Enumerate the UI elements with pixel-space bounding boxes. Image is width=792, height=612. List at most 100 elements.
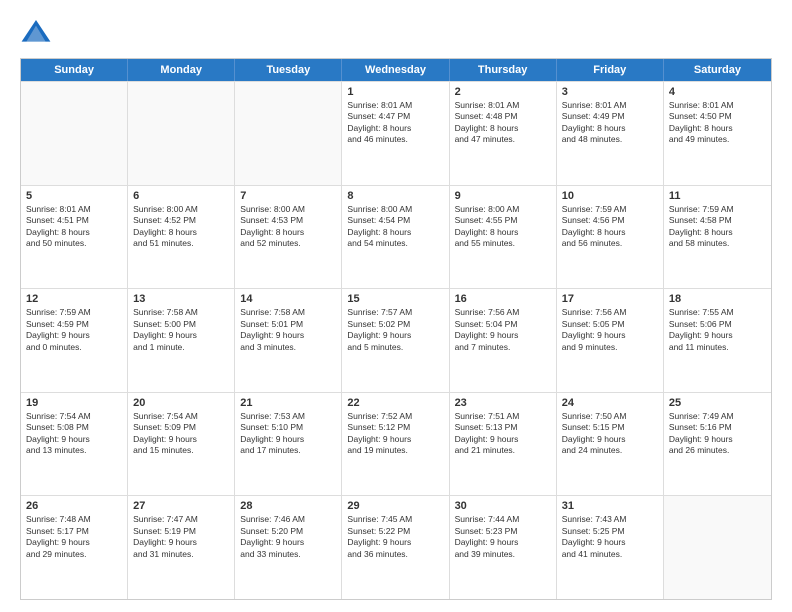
- cell-content: Sunrise: 8:00 AM Sunset: 4:53 PM Dayligh…: [240, 204, 336, 250]
- day-cell-14: 14 Sunrise: 7:58 AM Sunset: 5:01 PM Dayli…: [235, 289, 342, 392]
- day-cell-26: 26Sunrise: 7:48 AM Sunset: 5:17 PM Dayli…: [21, 496, 128, 599]
- cell-content: Sunrise: 7:56 AM Sunset: 5:05 PM Dayligh…: [562, 307, 658, 353]
- day-cell-9: 9 Sunrise: 8:00 AM Sunset: 4:55 PM Daylig…: [450, 186, 557, 289]
- day-number: 18: [669, 293, 766, 305]
- calendar: SundayMondayTuesdayWednesdayThursdayFrid…: [20, 58, 772, 600]
- day-cell-23: 23 Sunrise: 7:51 AM Sunset: 5:13 PM Dayli…: [450, 393, 557, 496]
- page: SundayMondayTuesdayWednesdayThursdayFrid…: [0, 0, 792, 612]
- day-cell-13: 13 Sunrise: 7:58 AM Sunset: 5:00 PM Dayli…: [128, 289, 235, 392]
- day-cell-24: 24 Sunrise: 7:50 AM Sunset: 5:15 PM Dayli…: [557, 393, 664, 496]
- day-cell-16: 16 Sunrise: 7:56 AM Sunset: 5:04 PM Dayli…: [450, 289, 557, 392]
- empty-cell: [21, 82, 128, 185]
- cell-content: Sunrise: 7:59 AM Sunset: 4:59 PM Dayligh…: [26, 307, 122, 353]
- day-number: 6: [133, 190, 229, 202]
- cell-content: Sunrise: 7:58 AM Sunset: 5:00 PM Dayligh…: [133, 307, 229, 353]
- week-row-1: 1 Sunrise: 8:01 AM Sunset: 4:47 PM Daylig…: [21, 81, 771, 185]
- cell-content: Sunrise: 7:55 AM Sunset: 5:06 PM Dayligh…: [669, 307, 766, 353]
- day-cell-11: 11 Sunrise: 7:59 AM Sunset: 4:58 PM Dayli…: [664, 186, 771, 289]
- cell-content: Sunrise: 7:52 AM Sunset: 5:12 PM Dayligh…: [347, 411, 443, 457]
- day-number: 21: [240, 397, 336, 409]
- day-number: 8: [347, 190, 443, 202]
- week-row-2: 5Sunrise: 8:01 AM Sunset: 4:51 PM Daylig…: [21, 185, 771, 289]
- day-number: 17: [562, 293, 658, 305]
- day-cell-17: 17 Sunrise: 7:56 AM Sunset: 5:05 PM Dayli…: [557, 289, 664, 392]
- day-number: 14: [240, 293, 336, 305]
- header-day-saturday: Saturday: [664, 59, 771, 81]
- cell-content: Sunrise: 7:57 AM Sunset: 5:02 PM Dayligh…: [347, 307, 443, 353]
- week-row-5: 26Sunrise: 7:48 AM Sunset: 5:17 PM Dayli…: [21, 495, 771, 599]
- day-cell-25: 25 Sunrise: 7:49 AM Sunset: 5:16 PM Dayli…: [664, 393, 771, 496]
- day-number: 4: [669, 86, 766, 98]
- day-number: 16: [455, 293, 551, 305]
- cell-content: Sunrise: 7:43 AM Sunset: 5:25 PM Dayligh…: [562, 514, 658, 560]
- day-cell-20: 20Sunrise: 7:54 AM Sunset: 5:09 PM Dayli…: [128, 393, 235, 496]
- cell-content: Sunrise: 8:01 AM Sunset: 4:47 PM Dayligh…: [347, 100, 443, 146]
- calendar-body: 1 Sunrise: 8:01 AM Sunset: 4:47 PM Daylig…: [21, 81, 771, 599]
- cell-content: Sunrise: 8:01 AM Sunset: 4:48 PM Dayligh…: [455, 100, 551, 146]
- header-day-thursday: Thursday: [450, 59, 557, 81]
- day-number: 7: [240, 190, 336, 202]
- day-cell-3: 3Sunrise: 8:01 AM Sunset: 4:49 PM Daylig…: [557, 82, 664, 185]
- day-cell-8: 8 Sunrise: 8:00 AM Sunset: 4:54 PM Daylig…: [342, 186, 449, 289]
- empty-cell: [128, 82, 235, 185]
- cell-content: Sunrise: 8:00 AM Sunset: 4:54 PM Dayligh…: [347, 204, 443, 250]
- day-cell-5: 5Sunrise: 8:01 AM Sunset: 4:51 PM Daylig…: [21, 186, 128, 289]
- day-cell-12: 12 Sunrise: 7:59 AM Sunset: 4:59 PM Dayli…: [21, 289, 128, 392]
- day-number: 30: [455, 500, 551, 512]
- cell-content: Sunrise: 7:59 AM Sunset: 4:58 PM Dayligh…: [669, 204, 766, 250]
- cell-content: Sunrise: 8:00 AM Sunset: 4:52 PM Dayligh…: [133, 204, 229, 250]
- day-cell-7: 7 Sunrise: 8:00 AM Sunset: 4:53 PM Daylig…: [235, 186, 342, 289]
- day-number: 23: [455, 397, 551, 409]
- day-cell-2: 2 Sunrise: 8:01 AM Sunset: 4:48 PM Daylig…: [450, 82, 557, 185]
- day-cell-28: 28Sunrise: 7:46 AM Sunset: 5:20 PM Dayli…: [235, 496, 342, 599]
- cell-content: Sunrise: 7:50 AM Sunset: 5:15 PM Dayligh…: [562, 411, 658, 457]
- cell-content: Sunrise: 8:00 AM Sunset: 4:55 PM Dayligh…: [455, 204, 551, 250]
- cell-content: Sunrise: 7:56 AM Sunset: 5:04 PM Dayligh…: [455, 307, 551, 353]
- day-cell-22: 22Sunrise: 7:52 AM Sunset: 5:12 PM Dayli…: [342, 393, 449, 496]
- day-cell-27: 27 Sunrise: 7:47 AM Sunset: 5:19 PM Dayli…: [128, 496, 235, 599]
- day-number: 29: [347, 500, 443, 512]
- day-cell-4: 4 Sunrise: 8:01 AM Sunset: 4:50 PM Daylig…: [664, 82, 771, 185]
- header: [20, 16, 772, 48]
- day-cell-6: 6 Sunrise: 8:00 AM Sunset: 4:52 PM Daylig…: [128, 186, 235, 289]
- header-day-wednesday: Wednesday: [342, 59, 449, 81]
- day-number: 26: [26, 500, 122, 512]
- day-cell-30: 30 Sunrise: 7:44 AM Sunset: 5:23 PM Dayli…: [450, 496, 557, 599]
- cell-content: Sunrise: 7:49 AM Sunset: 5:16 PM Dayligh…: [669, 411, 766, 457]
- day-number: 31: [562, 500, 658, 512]
- empty-cell: [235, 82, 342, 185]
- day-number: 24: [562, 397, 658, 409]
- day-number: 11: [669, 190, 766, 202]
- cell-content: Sunrise: 7:54 AM Sunset: 5:09 PM Dayligh…: [133, 411, 229, 457]
- day-cell-1: 1 Sunrise: 8:01 AM Sunset: 4:47 PM Daylig…: [342, 82, 449, 185]
- day-number: 2: [455, 86, 551, 98]
- cell-content: Sunrise: 7:44 AM Sunset: 5:23 PM Dayligh…: [455, 514, 551, 560]
- day-number: 25: [669, 397, 766, 409]
- day-number: 28: [240, 500, 336, 512]
- day-number: 10: [562, 190, 658, 202]
- day-cell-31: 31 Sunrise: 7:43 AM Sunset: 5:25 PM Dayli…: [557, 496, 664, 599]
- day-number: 12: [26, 293, 122, 305]
- day-cell-10: 10 Sunrise: 7:59 AM Sunset: 4:56 PM Dayli…: [557, 186, 664, 289]
- week-row-3: 12 Sunrise: 7:59 AM Sunset: 4:59 PM Dayli…: [21, 288, 771, 392]
- day-number: 13: [133, 293, 229, 305]
- day-number: 27: [133, 500, 229, 512]
- day-number: 1: [347, 86, 443, 98]
- cell-content: Sunrise: 7:51 AM Sunset: 5:13 PM Dayligh…: [455, 411, 551, 457]
- cell-content: Sunrise: 7:59 AM Sunset: 4:56 PM Dayligh…: [562, 204, 658, 250]
- day-cell-18: 18 Sunrise: 7:55 AM Sunset: 5:06 PM Dayli…: [664, 289, 771, 392]
- header-day-monday: Monday: [128, 59, 235, 81]
- cell-content: Sunrise: 7:58 AM Sunset: 5:01 PM Dayligh…: [240, 307, 336, 353]
- day-number: 9: [455, 190, 551, 202]
- cell-content: Sunrise: 8:01 AM Sunset: 4:50 PM Dayligh…: [669, 100, 766, 146]
- day-cell-29: 29Sunrise: 7:45 AM Sunset: 5:22 PM Dayli…: [342, 496, 449, 599]
- empty-cell: [664, 496, 771, 599]
- day-cell-21: 21 Sunrise: 7:53 AM Sunset: 5:10 PM Dayli…: [235, 393, 342, 496]
- day-cell-19: 19Sunrise: 7:54 AM Sunset: 5:08 PM Dayli…: [21, 393, 128, 496]
- cell-content: Sunrise: 7:53 AM Sunset: 5:10 PM Dayligh…: [240, 411, 336, 457]
- cell-content: Sunrise: 8:01 AM Sunset: 4:49 PM Dayligh…: [562, 100, 658, 146]
- day-number: 19: [26, 397, 122, 409]
- header-day-sunday: Sunday: [21, 59, 128, 81]
- week-row-4: 19Sunrise: 7:54 AM Sunset: 5:08 PM Dayli…: [21, 392, 771, 496]
- cell-content: Sunrise: 7:47 AM Sunset: 5:19 PM Dayligh…: [133, 514, 229, 560]
